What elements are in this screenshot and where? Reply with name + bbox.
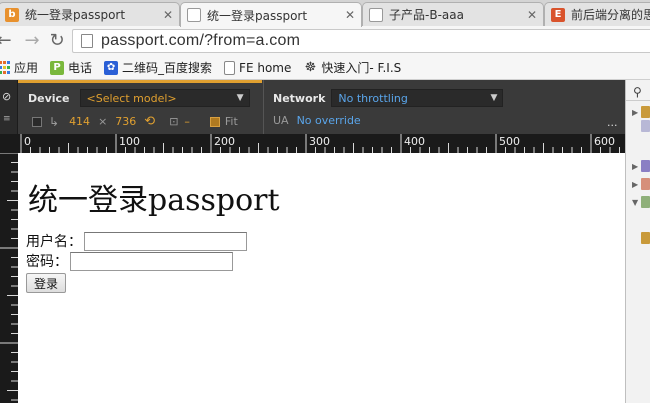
back-arrow-icon[interactable]: ← <box>0 30 14 52</box>
tab-title: 统一登录passport <box>207 8 308 23</box>
divider <box>626 100 650 101</box>
bookmark-fe-home[interactable]: FE home <box>224 60 292 75</box>
more-options-icon[interactable]: ... <box>607 116 618 129</box>
login-form: 用户名： 密码： 登录 <box>26 231 247 293</box>
close-icon[interactable]: ✕ <box>345 8 355 22</box>
forward-arrow-icon[interactable]: → <box>22 30 42 52</box>
search-icon[interactable]: ⚲ <box>633 85 642 99</box>
bookmark-label: 应用 <box>14 61 39 75</box>
folder-icon <box>641 106 650 118</box>
ruler-tick-label: 400 <box>404 135 425 148</box>
login-button[interactable]: 登录 <box>26 273 67 293</box>
url-text: passport.com/?from=a.com <box>101 32 301 49</box>
ruler-tick-label: 100 <box>119 135 140 148</box>
expand-triangle-icon[interactable]: ▶ <box>632 162 641 171</box>
tab-4[interactable]: E 前后端分离的思 <box>544 2 650 26</box>
bookmarks-bar: 应用 P 电话 ✿ 二维码_百度搜索 FE home ☸ 快速入门- F.I.S <box>0 56 650 80</box>
blog-logo-icon: E <box>551 7 565 22</box>
times-sign: × <box>98 115 108 128</box>
ruler-tick-label: 600 <box>594 135 615 148</box>
no-entry-icon[interactable]: ⊘ <box>2 90 11 103</box>
device-label: Device <box>28 91 70 105</box>
people-icon: ☸ <box>304 60 317 75</box>
width-value[interactable]: 414 <box>69 115 90 128</box>
tab-title: 统一登录passport <box>25 8 126 22</box>
bookmark-label: 二维码_百度搜索 <box>122 61 213 75</box>
bookmark-label: 快速入门- F.I.S <box>321 61 402 75</box>
folder-icon <box>641 232 650 244</box>
browser-toolbar: ← → ↻ passport.com/?from=a.com <box>0 26 650 56</box>
expand-triangle-icon[interactable]: ▶ <box>632 108 641 117</box>
close-icon[interactable]: ✕ <box>163 8 173 22</box>
bookmark-label: 电话 <box>68 61 93 75</box>
password-input[interactable] <box>70 251 233 271</box>
page-icon <box>187 8 201 22</box>
resize-icon: ↳ <box>49 114 60 129</box>
ruler-tick-label: 0 <box>24 135 31 148</box>
folder-icon <box>641 178 650 190</box>
tab-1[interactable]: b 统一登录passport ✕ <box>0 2 180 26</box>
page-info-icon <box>81 34 93 48</box>
lines-icon: ≡ <box>3 114 11 124</box>
device-emulation-bar: ⊘ ≡ Device <Select model> ▼ ↳ 414 × 736 … <box>0 80 625 134</box>
username-input[interactable] <box>84 231 247 251</box>
bookmark-apps[interactable]: 应用 <box>0 59 38 76</box>
reload-icon[interactable]: ↻ <box>47 30 67 52</box>
zoom-icon: ⊡ <box>169 115 179 128</box>
vertical-ruler <box>0 134 18 403</box>
swap-dimensions-icon[interactable]: ⟲ <box>144 114 155 129</box>
username-label: 用户名： <box>26 234 82 250</box>
page-icon <box>369 7 383 22</box>
height-value[interactable]: 736 <box>115 115 136 128</box>
network-label: Network <box>273 91 326 105</box>
dropdown-caret-icon: ▼ <box>490 93 498 103</box>
device-model-select[interactable]: <Select model> ▼ <box>79 89 250 107</box>
password-label: 密码： <box>26 254 68 270</box>
p-logo-icon: P <box>50 60 65 75</box>
collapse-triangle-icon[interactable]: ▼ <box>632 198 641 207</box>
tab-3[interactable]: 子产品-B-aaa ✕ <box>362 2 544 26</box>
devtools-side-panel: ⚲ ▶ ▶ ▶ ▼ <box>625 80 650 403</box>
address-bar[interactable]: passport.com/?from=a.com <box>72 29 650 53</box>
folder-icon <box>641 196 650 208</box>
tab-strip: b 统一登录passport ✕ 统一登录passport ✕ 子产品-B-aa… <box>0 0 650 27</box>
bookmark-qrcode-baidu[interactable]: ✿ 二维码_百度搜索 <box>104 59 212 76</box>
tab-2-active[interactable]: 统一登录passport ✕ <box>180 2 362 27</box>
folder-icon <box>641 160 650 172</box>
bing-icon: b <box>5 7 19 22</box>
dropdown-caret-icon: ▼ <box>236 93 244 103</box>
folder-icon <box>641 120 650 132</box>
close-icon[interactable]: ✕ <box>527 8 537 22</box>
bookmark-label: FE home <box>239 60 292 75</box>
scale-dash: – <box>184 115 190 128</box>
network-select-value: No throttling <box>338 91 408 105</box>
ruler-ticks: 0 100 200 300 400 500 600 <box>20 134 620 153</box>
expand-triangle-icon[interactable]: ▶ <box>632 180 641 189</box>
device-section: Device <Select model> ▼ ↳ 414 × 736 ⟲ ⊡ … <box>18 80 262 134</box>
ruler-tick-label: 200 <box>214 135 235 148</box>
resolution-checkbox[interactable] <box>32 116 42 127</box>
fit-label: Fit <box>224 115 238 128</box>
bookmark-fis[interactable]: ☸ 快速入门- F.I.S <box>303 59 402 76</box>
apps-grid-icon <box>0 61 10 75</box>
network-section: Network No throttling ▼ UA No override <box>263 80 517 134</box>
ruler-tick-label: 300 <box>309 135 330 148</box>
ua-override-input[interactable]: No override <box>297 114 361 127</box>
tab-title: 前后端分离的思 <box>571 8 650 22</box>
horizontal-ruler: 0 100 200 300 400 500 600 <box>18 134 625 153</box>
page-icon <box>224 60 236 75</box>
ruler-corner <box>0 134 18 153</box>
fit-checkbox[interactable] <box>209 116 220 127</box>
devtools-left-strip: ⊘ ≡ <box>0 80 18 134</box>
network-throttle-select[interactable]: No throttling ▼ <box>331 89 504 107</box>
device-select-value: <Select model> <box>86 91 177 105</box>
ruler-ticks <box>0 152 18 401</box>
ruler-tick-label: 500 <box>499 135 520 148</box>
ua-label: UA <box>273 114 289 127</box>
tab-title: 子产品-B-aaa <box>389 8 464 22</box>
emulated-page: 统一登录passport 用户名： 密码： 登录 <box>18 153 625 403</box>
page-heading: 统一登录passport <box>28 183 280 218</box>
baidu-paw-icon: ✿ <box>104 60 119 75</box>
bookmark-phone[interactable]: P 电话 <box>50 59 92 76</box>
